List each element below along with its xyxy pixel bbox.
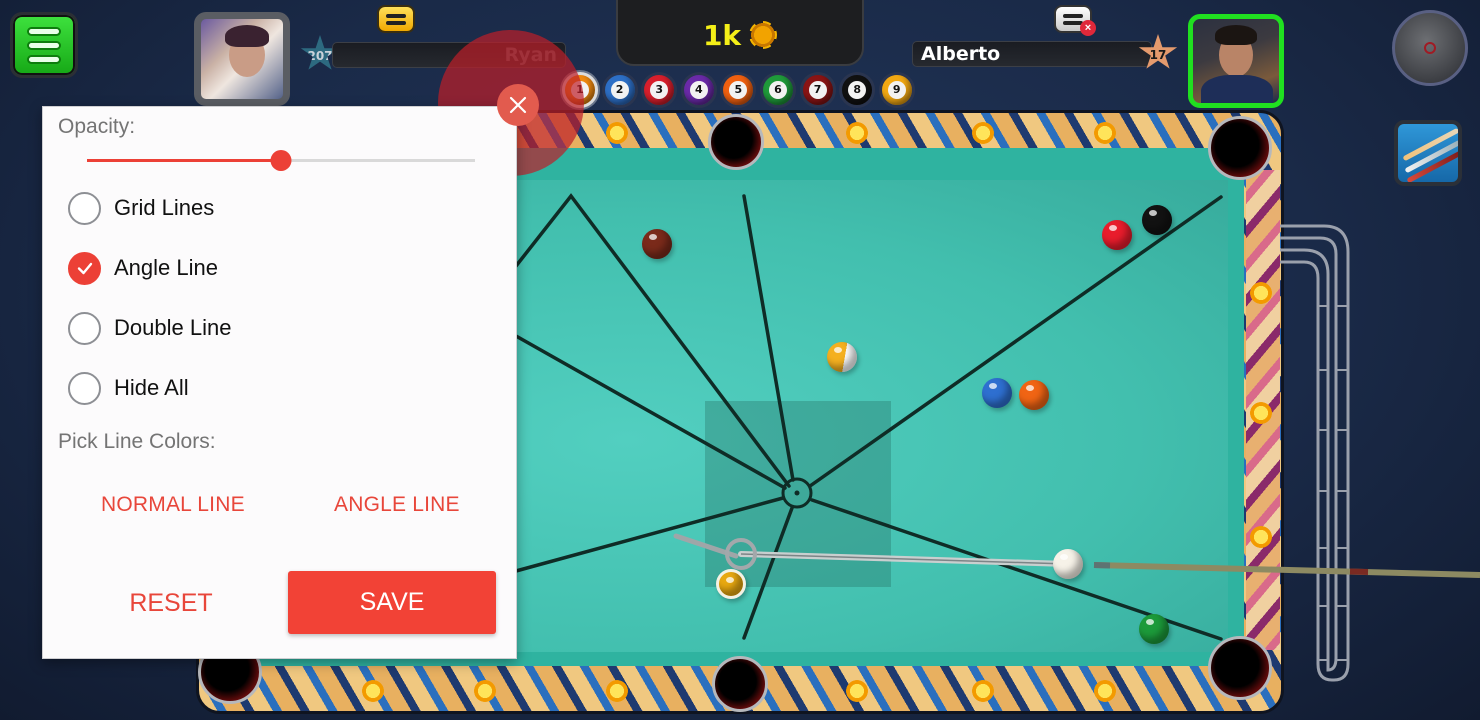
- rack-ball-number: 9: [887, 81, 906, 99]
- opacity-slider-thumb[interactable]: [270, 150, 292, 171]
- player-left-avatar[interactable]: [194, 12, 290, 106]
- checkbox-hide-all[interactable]: [68, 371, 101, 405]
- rack-ball-8: 8: [839, 72, 876, 108]
- rail-sun-icon: [606, 122, 628, 144]
- green-ball: [1139, 614, 1169, 644]
- rack-ball-9: 9: [878, 72, 915, 108]
- rack-ball-number: 7: [808, 81, 827, 99]
- rail-sun-icon: [362, 680, 384, 702]
- spin-control-button[interactable]: [1392, 10, 1468, 86]
- opacity-label: Opacity:: [58, 115, 136, 138]
- pot-amount: 1k: [702, 18, 742, 52]
- rail-sun-icon: [1250, 282, 1272, 304]
- gold-ball: [716, 569, 746, 599]
- checkbox-angle-line[interactable]: [68, 251, 101, 285]
- opacity-slider[interactable]: [87, 150, 475, 171]
- orange-ball: [1019, 380, 1049, 410]
- yellow-stripe-ball: [827, 342, 857, 372]
- player-right-name-bar: Alberto: [912, 41, 1152, 67]
- rack-ball-7: 7: [799, 72, 836, 108]
- pick-line-colors-label: Pick Line Colors:: [58, 430, 216, 453]
- normal-line-color-button[interactable]: NORMAL LINE: [101, 493, 245, 517]
- rack-ball-6: 6: [759, 72, 796, 108]
- option-angle-line[interactable]: Angle Line: [68, 248, 218, 288]
- checkbox-grid-lines[interactable]: [68, 191, 101, 225]
- close-icon: [509, 96, 527, 114]
- blue-ball: [982, 378, 1012, 408]
- pocket-bottom-middle: [712, 656, 768, 712]
- chat-bubble-icon[interactable]: [377, 5, 415, 33]
- pocket-bottom-right: [1208, 636, 1272, 700]
- option-grid-lines[interactable]: Grid Lines: [68, 188, 214, 228]
- save-button[interactable]: SAVE: [288, 571, 496, 634]
- cue-ball[interactable]: [1053, 549, 1083, 579]
- red-ball: [1102, 220, 1132, 250]
- ball-rack: 123456789: [562, 72, 915, 108]
- rail-sun-icon: [606, 680, 628, 702]
- rack-ball-2: 2: [601, 72, 638, 108]
- cue-ball-spin-icon: [1424, 42, 1436, 54]
- ball-return-track: [1280, 224, 1350, 682]
- black-8-ball: [1142, 205, 1172, 235]
- option-hide-all[interactable]: Hide All: [68, 368, 189, 408]
- rail-sun-icon: [1094, 122, 1116, 144]
- line-settings-dialog: Opacity: Grid Lines Angle Line Double Li…: [42, 106, 517, 659]
- rail-sun-icon: [1250, 402, 1272, 424]
- reset-button[interactable]: RESET: [91, 571, 251, 635]
- rack-ball-number: 3: [650, 81, 669, 99]
- rail-sun-icon: [972, 122, 994, 144]
- checkmark-icon: [77, 262, 92, 275]
- rack-ball-number: 4: [689, 81, 708, 99]
- player-right-name: Alberto: [921, 43, 1001, 65]
- option-double-line[interactable]: Double Line: [68, 308, 231, 348]
- close-dialog-button[interactable]: [497, 84, 539, 126]
- rail-sun-icon: [846, 680, 868, 702]
- opacity-slider-fill: [87, 159, 281, 162]
- coin-gear-icon: [749, 21, 778, 49]
- rail-sun-icon: [474, 680, 496, 702]
- rail-sun-icon: [1250, 526, 1272, 548]
- rail-sun-icon: [846, 122, 868, 144]
- checkbox-double-line[interactable]: [68, 311, 101, 345]
- rail-sun-icon: [1094, 680, 1116, 702]
- angle-line-color-button[interactable]: ANGLE LINE: [334, 493, 460, 517]
- rack-ball-number: 2: [610, 81, 629, 99]
- pocket-top-right: [1208, 116, 1272, 180]
- rack-ball-number: 8: [848, 81, 867, 99]
- menu-button[interactable]: [10, 12, 78, 78]
- rack-ball-number: 6: [768, 81, 787, 99]
- hamburger-menu-icon: [27, 26, 61, 36]
- mute-x-icon: ×: [1080, 20, 1096, 36]
- rack-ball-number: 5: [729, 81, 748, 99]
- rack-ball-3: 3: [641, 72, 678, 108]
- rail-sun-icon: [972, 680, 994, 702]
- cue-select-button[interactable]: [1394, 120, 1462, 186]
- player-right-avatar[interactable]: [1188, 14, 1284, 108]
- rack-ball-4: 4: [680, 72, 717, 108]
- pocket-top-middle: [708, 114, 764, 170]
- brown-ball: [642, 229, 672, 259]
- pot-panel: 1k: [616, 0, 864, 66]
- rack-ball-5: 5: [720, 72, 757, 108]
